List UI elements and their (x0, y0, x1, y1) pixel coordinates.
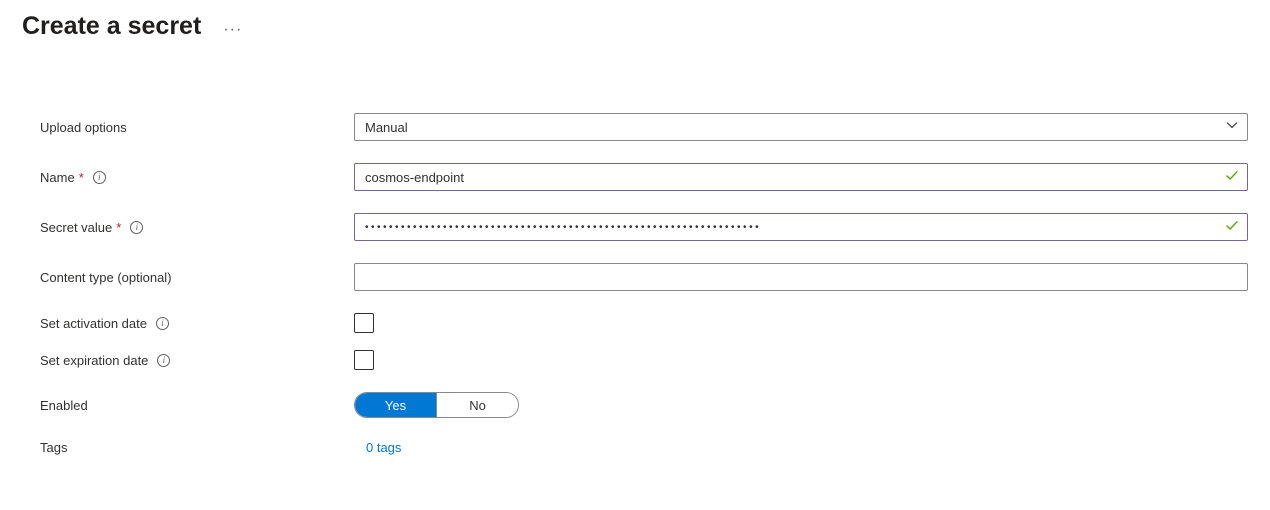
info-icon[interactable]: i (156, 317, 169, 330)
enabled-label: Enabled (40, 398, 88, 413)
more-icon[interactable]: ··· (223, 16, 242, 38)
activation-date-checkbox[interactable] (354, 313, 374, 333)
page-title: Create a secret (22, 12, 201, 41)
tags-link[interactable]: 0 tags (366, 440, 401, 455)
secret-value-input[interactable] (354, 213, 1248, 241)
required-indicator: * (79, 170, 84, 185)
info-icon[interactable]: i (130, 221, 143, 234)
enabled-toggle-no[interactable]: No (437, 393, 518, 417)
secret-value-label: Secret value (40, 220, 112, 235)
name-input[interactable] (354, 163, 1248, 191)
expiration-date-label: Set expiration date (40, 353, 148, 368)
tags-label: Tags (40, 440, 67, 455)
enabled-toggle[interactable]: Yes No (354, 392, 519, 418)
activation-date-label: Set activation date (40, 316, 147, 331)
upload-options-select[interactable] (354, 113, 1248, 141)
name-label: Name (40, 170, 75, 185)
content-type-input[interactable] (354, 263, 1248, 291)
expiration-date-checkbox[interactable] (354, 350, 374, 370)
info-icon[interactable]: i (157, 354, 170, 367)
required-indicator: * (116, 220, 121, 235)
info-icon[interactable]: i (93, 171, 106, 184)
upload-options-label: Upload options (40, 120, 127, 135)
content-type-label: Content type (optional) (40, 270, 172, 285)
enabled-toggle-yes[interactable]: Yes (355, 393, 437, 417)
